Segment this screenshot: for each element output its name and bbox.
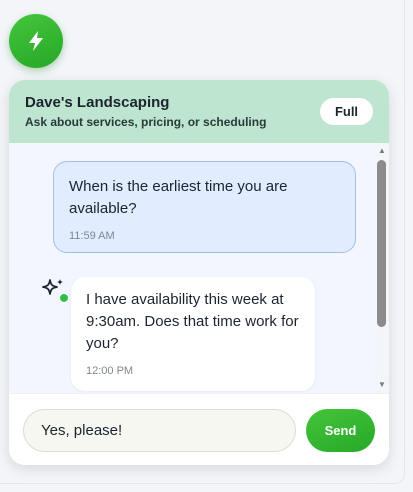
bot-avatar <box>41 277 69 305</box>
lightning-bolt-icon <box>29 31 43 51</box>
message-time: 11:59 AM <box>69 230 115 242</box>
message-text: When is the earliest time you are availa… <box>69 178 288 217</box>
scroll-down-arrow-icon[interactable]: ▼ <box>377 379 387 389</box>
message-text: I have availability this week at 9:30am.… <box>86 291 299 352</box>
message-list[interactable]: When is the earliest time you are availa… <box>9 143 375 393</box>
bot-message: I have availability this week at 9:30am.… <box>71 277 315 391</box>
scroll-up-arrow-icon[interactable]: ▲ <box>377 145 387 155</box>
send-button[interactable]: Send <box>306 409 375 452</box>
online-status-dot <box>59 293 69 303</box>
message-input[interactable] <box>23 409 296 452</box>
message-composer: Send <box>9 393 389 465</box>
user-message: When is the earliest time you are availa… <box>53 161 356 253</box>
chat-header: Dave's Landscaping Ask about services, p… <box>9 80 389 143</box>
chat-launcher-button[interactable] <box>9 14 63 68</box>
chat-widget: Dave's Landscaping Ask about services, p… <box>9 80 389 465</box>
chat-title: Dave's Landscaping <box>25 94 170 111</box>
full-screen-button[interactable]: Full <box>320 98 373 125</box>
chat-subtitle: Ask about services, pricing, or scheduli… <box>25 115 267 129</box>
scroll-thumb[interactable] <box>377 160 386 327</box>
message-time: 12:00 PM <box>86 365 134 377</box>
message-scrollbar[interactable]: ▲ ▼ <box>375 143 389 393</box>
